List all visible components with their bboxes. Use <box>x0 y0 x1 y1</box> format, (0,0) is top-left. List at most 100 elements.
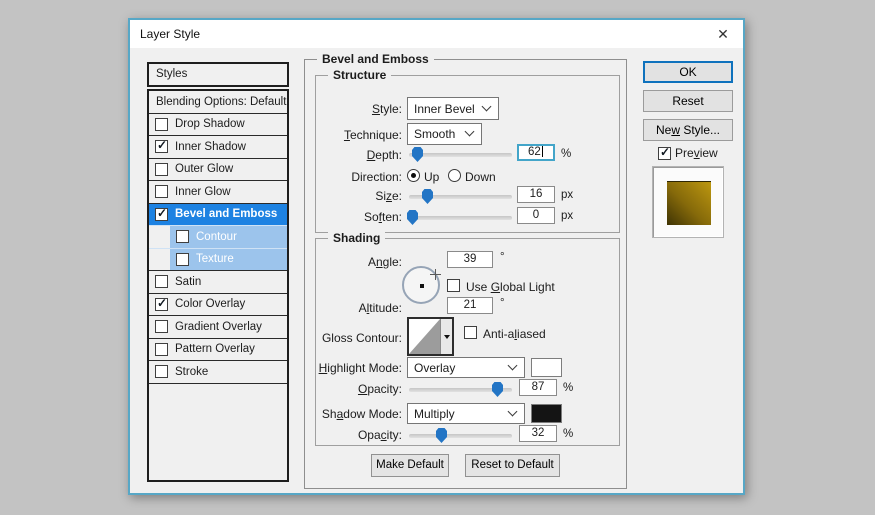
checkbox[interactable]: ✓ <box>155 185 168 198</box>
reset-button[interactable]: Reset <box>643 90 733 112</box>
shadow-opacity-slider-thumb[interactable] <box>436 428 447 443</box>
depth-slider[interactable] <box>409 153 512 157</box>
styles-header: Styles <box>147 62 289 87</box>
use-global-light-checkbox[interactable]: ✓ <box>447 279 460 292</box>
styles-list: Blending Options: Default ✓ Drop Shadow … <box>147 89 289 482</box>
depth-input[interactable]: 62 <box>517 144 555 161</box>
chevron-down-icon <box>508 360 518 370</box>
highlight-color-swatch[interactable] <box>531 358 562 377</box>
cursor-crosshair-icon <box>430 269 441 280</box>
checkbox[interactable]: ✓ <box>155 140 168 153</box>
checkbox[interactable]: ✓ <box>155 208 168 221</box>
soften-input[interactable]: 0 <box>517 207 555 224</box>
checkbox[interactable]: ✓ <box>155 320 168 333</box>
ok-button[interactable]: OK <box>643 61 733 83</box>
shadow-opacity-unit: % <box>563 428 573 440</box>
gloss-contour-dropdown-arrow-icon[interactable] <box>440 319 452 354</box>
depth-label: Depth: <box>316 148 402 162</box>
list-item-label: Bevel and Emboss <box>175 208 277 220</box>
soften-label: Soften: <box>316 210 402 224</box>
bevel-and-emboss-panel: Bevel and Emboss Structure Style: Inner … <box>304 59 627 489</box>
list-item-color-overlay[interactable]: ✓ Color Overlay <box>149 294 287 317</box>
checkbox[interactable]: ✓ <box>155 365 168 378</box>
shading-group: Shading Angle: 39 ° ✓ Use Global Light A… <box>315 238 620 446</box>
style-label: Style: <box>316 102 402 116</box>
highlight-opacity-slider-thumb[interactable] <box>492 382 503 397</box>
list-item-pattern-overlay[interactable]: ✓ Pattern Overlay <box>149 339 287 362</box>
angle-label: Angle: <box>316 255 402 269</box>
altitude-unit: ° <box>500 297 505 309</box>
list-item-bevel-and-emboss[interactable]: ✓ Bevel and Emboss <box>149 204 287 227</box>
direction-up-radio[interactable] <box>407 169 420 182</box>
technique-dropdown[interactable]: Smooth <box>407 123 482 145</box>
list-item-drop-shadow[interactable]: ✓ Drop Shadow <box>149 114 287 137</box>
shadow-opacity-input[interactable]: 32 <box>519 425 557 442</box>
list-item-label: Satin <box>175 276 201 288</box>
title-bar[interactable]: Layer Style ✕ <box>130 20 743 48</box>
style-dropdown[interactable]: Inner Bevel <box>407 97 499 120</box>
preview-checkbox[interactable]: ✓ <box>658 147 671 160</box>
gloss-contour-thumbnail[interactable] <box>409 319 440 354</box>
check-icon: ✓ <box>157 206 167 220</box>
shadow-color-swatch[interactable] <box>531 404 562 423</box>
checkbox[interactable]: ✓ <box>155 118 168 131</box>
highlight-mode-dropdown[interactable]: Overlay <box>407 357 525 378</box>
soften-slider[interactable] <box>409 216 512 220</box>
size-unit: px <box>561 189 573 201</box>
angle-input[interactable]: 39 <box>447 251 493 268</box>
highlight-mode-label: Highlight Mode: <box>316 361 402 375</box>
close-icon[interactable]: ✕ <box>709 20 737 48</box>
dialog-title: Layer Style <box>140 20 200 48</box>
checkbox[interactable]: ✓ <box>155 298 168 311</box>
gloss-contour-picker[interactable] <box>407 317 454 356</box>
style-preview-thumbnail <box>652 166 724 238</box>
checkbox[interactable]: ✓ <box>155 163 168 176</box>
chevron-down-icon <box>508 406 518 416</box>
checkbox[interactable]: ✓ <box>176 253 189 266</box>
list-item-label: Color Overlay <box>175 298 245 310</box>
depth-slider-thumb[interactable] <box>412 147 423 162</box>
list-item-label: Outer Glow <box>175 163 233 175</box>
list-item-gradient-overlay[interactable]: ✓ Gradient Overlay <box>149 316 287 339</box>
size-input[interactable]: 16 <box>517 186 555 203</box>
gloss-contour-label: Gloss Contour: <box>316 331 402 345</box>
desktop-background: { "window": { "title": "Layer Style" }, … <box>0 0 875 515</box>
blending-options-label: Blending Options: Default <box>156 96 286 108</box>
highlight-opacity-label: Opacity: <box>316 382 402 396</box>
text-caret <box>542 146 543 157</box>
new-style-button[interactable]: New Style... <box>643 119 733 141</box>
structure-title: Structure <box>328 68 391 82</box>
anti-aliased-checkbox[interactable]: ✓ <box>464 326 477 339</box>
list-item-label: Inner Shadow <box>175 141 246 153</box>
shadow-mode-dropdown[interactable]: Multiply <box>407 403 525 424</box>
list-item-satin[interactable]: ✓ Satin <box>149 271 287 294</box>
list-item-label: Pattern Overlay <box>175 343 255 355</box>
panel-title: Bevel and Emboss <box>317 52 434 66</box>
soften-slider-thumb[interactable] <box>407 210 418 225</box>
direction-down-label: Down <box>465 170 496 184</box>
checkbox[interactable]: ✓ <box>155 343 168 356</box>
size-slider-thumb[interactable] <box>422 189 433 204</box>
technique-value: Smooth <box>414 127 455 141</box>
altitude-input[interactable]: 21 <box>447 297 493 314</box>
sub-item-fill: ✓ Texture <box>170 249 287 271</box>
list-item-outer-glow[interactable]: ✓ Outer Glow <box>149 159 287 182</box>
highlight-opacity-input[interactable]: 87 <box>519 379 557 396</box>
altitude-label: Altitude: <box>316 301 402 315</box>
direction-down-radio[interactable] <box>448 169 461 182</box>
list-item-inner-glow[interactable]: ✓ Inner Glow <box>149 181 287 204</box>
list-item-inner-shadow[interactable]: ✓ Inner Shadow <box>149 136 287 159</box>
reset-to-default-button[interactable]: Reset to Default <box>465 454 560 477</box>
shadow-mode-value: Multiply <box>414 407 455 421</box>
list-item-label: Gradient Overlay <box>175 321 262 333</box>
shadow-opacity-slider[interactable] <box>409 434 512 438</box>
make-default-button[interactable]: Make Default <box>371 454 449 477</box>
direction-up-label: Up <box>424 170 439 184</box>
list-item-blending-options[interactable]: Blending Options: Default <box>149 91 287 114</box>
list-item-texture[interactable]: ✓ Texture <box>149 249 287 272</box>
checkbox[interactable]: ✓ <box>155 275 168 288</box>
list-item-contour[interactable]: ✓ Contour <box>149 226 287 249</box>
list-item-stroke[interactable]: ✓ Stroke <box>149 361 287 384</box>
chevron-down-icon <box>482 101 492 111</box>
checkbox[interactable]: ✓ <box>176 230 189 243</box>
